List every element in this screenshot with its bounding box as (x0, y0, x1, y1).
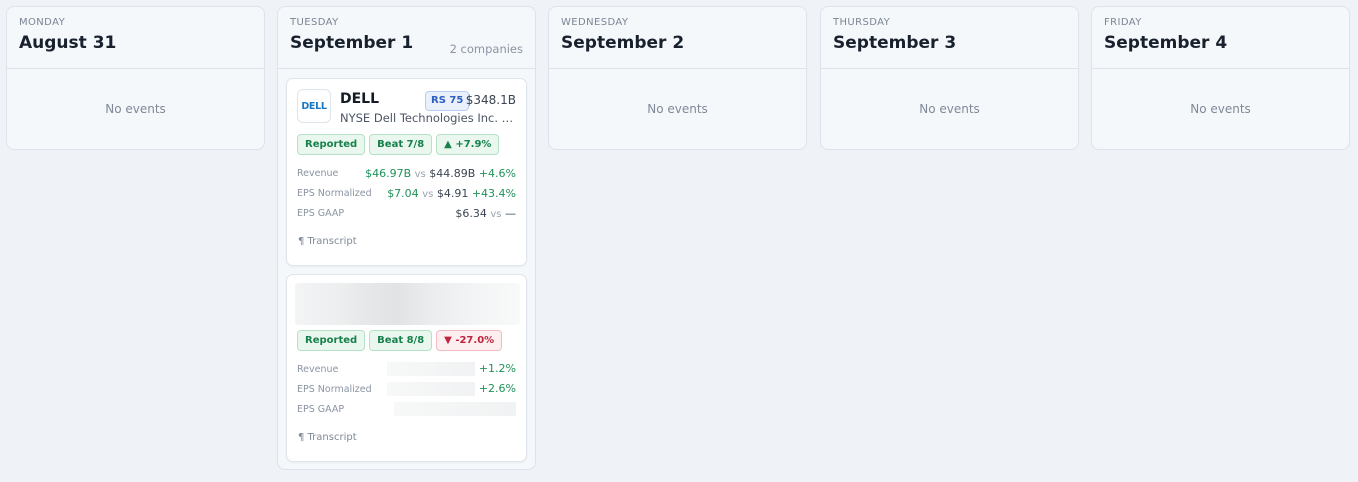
metric-label: EPS GAAP (297, 207, 345, 219)
no-events-text: No events (647, 102, 708, 116)
weekday-label: WEDNESDAY (561, 17, 629, 28)
vs-text: vs (490, 208, 502, 220)
price-change-badge: ▼ -27.0% (436, 330, 503, 351)
day-header: THURSDAY September 3 (821, 7, 1078, 69)
metric-estimate: $4.91 (436, 186, 469, 200)
blurred-values (394, 402, 516, 416)
date-label: September 2 (561, 33, 685, 53)
day-header: WEDNESDAY September 2 (549, 7, 806, 69)
blurred-company-header (295, 283, 520, 325)
status-badges: Reported Beat 8/8 ▼ -27.0% (297, 330, 503, 351)
metric-actual: $46.97B (365, 166, 412, 180)
weekday-label: THURSDAY (833, 17, 891, 28)
beat-badge: Beat 8/8 (369, 330, 433, 351)
metric-surprise: +43.4% (471, 186, 516, 200)
metrics-table: Revenue +1.2% EPS Normalized +2.6% EPS G… (297, 359, 516, 419)
day-header: TUESDAY September 1 2 companies (278, 7, 535, 69)
metric-row-revenue: Revenue $46.97B vs $44.89B +4.6% (297, 163, 516, 183)
transcript-link[interactable]: ¶ Transcript (298, 432, 357, 443)
weekday-label: FRIDAY (1104, 17, 1142, 28)
metric-estimate: — (505, 206, 516, 220)
reported-badge: Reported (297, 330, 366, 351)
metric-label: Revenue (297, 167, 339, 179)
metric-row-eps-gaap: EPS GAAP (297, 399, 516, 419)
metric-row-eps-normalized: EPS Normalized $7.04 vs $4.91 +43.4% (297, 183, 516, 203)
company-count: 2 companies (449, 42, 523, 56)
earnings-card-dell[interactable]: DELL DELL RS 75 $348.1B NYSE Dell Techno… (286, 78, 527, 266)
earnings-card-hidden[interactable]: Reported Beat 8/8 ▼ -27.0% Revenue +1.2%… (286, 274, 527, 462)
date-label: September 4 (1104, 33, 1228, 53)
day-header: FRIDAY September 4 (1092, 7, 1349, 69)
day-column-thursday: THURSDAY September 3 No events (820, 6, 1079, 150)
metrics-table: Revenue $46.97B vs $44.89B +4.6% EPS Nor… (297, 163, 516, 223)
reported-badge: Reported (297, 134, 366, 155)
metric-values: +2.6% (387, 382, 516, 396)
company-subtitle: NYSE Dell Technologies Inc. Class C (340, 111, 520, 125)
metric-values: +1.2% (387, 362, 516, 376)
metric-row-eps-gaap: EPS GAAP $6.34 vs — (297, 203, 516, 223)
metric-row-eps-normalized: EPS Normalized +2.6% (297, 379, 516, 399)
rs-rating-badge: RS 75 (425, 91, 470, 111)
metric-actual: $6.34 (455, 206, 487, 220)
day-column-friday: FRIDAY September 4 No events (1091, 6, 1350, 150)
dell-logo-icon: DELL (297, 89, 331, 123)
metric-row-revenue: Revenue +1.2% (297, 359, 516, 379)
vs-text: vs (422, 188, 434, 200)
no-events-text: No events (1190, 102, 1251, 116)
beat-badge: Beat 7/8 (369, 134, 433, 155)
blurred-values (387, 382, 476, 396)
metric-values (394, 402, 516, 416)
transcript-link[interactable]: ¶ Transcript (298, 236, 357, 247)
metric-label: EPS GAAP (297, 403, 345, 415)
metric-label: EPS Normalized (297, 187, 372, 199)
weekday-label: TUESDAY (290, 17, 339, 28)
status-badges: Reported Beat 7/8 ▲ +7.9% (297, 134, 500, 155)
metric-actual: $7.04 (387, 186, 419, 200)
price-change-badge: ▲ +7.9% (436, 134, 500, 155)
market-cap: $348.1B (465, 93, 516, 107)
date-label: September 3 (833, 33, 957, 53)
no-events-text: No events (919, 102, 980, 116)
ticker-symbol[interactable]: DELL (340, 91, 379, 107)
metric-values: $6.34 vs — (455, 207, 516, 220)
metric-estimate: $44.89B (429, 166, 476, 180)
metric-surprise: +1.2% (478, 362, 516, 375)
metric-values: $46.97B vs $44.89B +4.6% (365, 167, 516, 180)
day-column-wednesday: WEDNESDAY September 2 No events (548, 6, 807, 150)
day-column-tuesday: TUESDAY September 1 2 companies DELL DEL… (277, 6, 536, 470)
weekday-label: MONDAY (19, 17, 66, 28)
blurred-values (387, 362, 476, 376)
metric-values: $7.04 vs $4.91 +43.4% (387, 187, 516, 200)
vs-text: vs (414, 168, 426, 180)
metric-label: EPS Normalized (297, 383, 372, 395)
metric-surprise: +2.6% (478, 382, 516, 395)
date-label: August 31 (19, 33, 117, 53)
day-column-monday: MONDAY August 31 No events (6, 6, 265, 150)
no-events-text: No events (105, 102, 166, 116)
metric-surprise: +4.6% (478, 166, 516, 180)
day-header: MONDAY August 31 (7, 7, 264, 69)
metric-label: Revenue (297, 363, 339, 375)
